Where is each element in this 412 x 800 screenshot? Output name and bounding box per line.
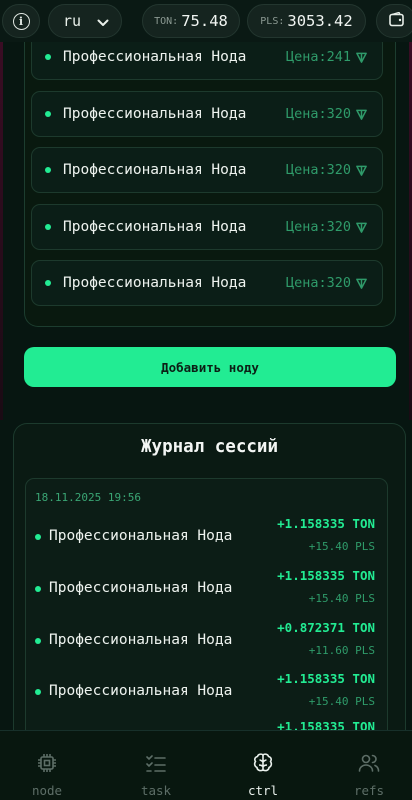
session-entry: Профессиональная Нода +1.158335 TON +15.… [35, 516, 377, 558]
ton-icon [355, 108, 368, 121]
chevron-down-icon [97, 12, 109, 31]
ton-icon [355, 277, 368, 290]
entry-name: Профессиональная Нода [49, 632, 233, 648]
node-price: Цена:320 [285, 275, 351, 291]
node-row[interactable]: Профессиональная Нода Цена:320 [31, 260, 383, 306]
left-edge-accent [0, 40, 3, 420]
language-select[interactable]: ru [48, 4, 122, 38]
users-icon [357, 751, 381, 779]
pls-balance: PLS: 3053.42 [247, 4, 366, 38]
nav-task[interactable]: task [126, 751, 186, 798]
nav-label: node [31, 783, 63, 798]
node-name: Профессиональная Нода [63, 106, 247, 122]
node-name: Профессиональная Нода [63, 162, 247, 178]
node-price: Цена:320 [285, 219, 351, 235]
bottom-nav: node task ctrl refs [0, 730, 412, 800]
brain-icon [251, 751, 275, 779]
nav-ctrl[interactable]: ctrl [233, 751, 293, 798]
nav-label: ctrl [247, 783, 279, 798]
status-dot [45, 167, 51, 173]
status-dot [35, 689, 41, 695]
entry-pls-reward: +11.60 PLS [308, 644, 375, 657]
top-bar: i ru TON: 75.48 PLS: 3053.42 [0, 0, 412, 42]
entry-name: Профессиональная Нода [49, 580, 233, 596]
node-price: Цена:241 [285, 49, 351, 65]
status-dot [35, 534, 41, 540]
entry-ton-reward: +1.158335 TON [277, 671, 375, 686]
entry-pls-reward: +15.40 PLS [308, 592, 375, 605]
journal-title: Журнал сессий [141, 437, 278, 457]
entry-pls-reward: +15.40 PLS [308, 695, 375, 708]
ton-value: 75.48 [181, 12, 228, 30]
entry-name: Профессиональная Нода [49, 528, 233, 544]
nav-label: task [140, 783, 172, 798]
entry-pls-reward: +15.40 PLS [308, 540, 375, 553]
status-dot [45, 224, 51, 230]
chip-icon [35, 751, 59, 779]
status-dot [35, 586, 41, 592]
node-name: Профессиональная Нода [63, 49, 247, 65]
node-row[interactable]: Профессиональная Нода Цена:320 [31, 91, 383, 137]
nav-node[interactable]: node [17, 751, 77, 798]
node-name: Профессиональная Нода [63, 219, 247, 235]
pls-value: 3053.42 [287, 12, 353, 30]
entry-ton-reward: +1.158335 TON [277, 568, 375, 583]
session-entry: Профессиональная Нода +1.158335 TON +15.… [35, 568, 377, 610]
node-row[interactable]: Профессиональная Нода Цена:320 [31, 147, 383, 193]
info-icon: i [12, 12, 30, 30]
entry-name: Профессиональная Нода [49, 683, 233, 699]
status-dot [45, 54, 51, 60]
ton-label: TON: [154, 15, 179, 27]
info-button[interactable]: i [2, 4, 40, 38]
wallet-icon [389, 11, 405, 31]
entry-ton-reward: +1.158335 TON [277, 516, 375, 531]
ton-icon [355, 221, 368, 234]
checklist-icon [144, 751, 168, 779]
ton-icon [355, 164, 368, 177]
node-row[interactable]: Профессиональная Нода Цена:320 [31, 204, 383, 250]
nav-label: refs [353, 783, 385, 798]
entry-ton-reward: +0.872371 TON [277, 620, 375, 635]
language-value: ru [63, 12, 82, 30]
pls-label: PLS: [260, 15, 285, 27]
nav-refs[interactable]: refs [339, 751, 399, 798]
node-price: Цена:320 [285, 162, 351, 178]
ton-icon [355, 51, 368, 64]
status-dot [45, 280, 51, 286]
status-dot [45, 111, 51, 117]
status-dot [35, 638, 41, 644]
wallet-button[interactable] [376, 4, 412, 38]
node-name: Профессиональная Нода [63, 275, 247, 291]
add-node-button[interactable]: Добавить ноду [24, 347, 396, 387]
node-price: Цена:320 [285, 106, 351, 122]
session-date: 18.11.2025 19:56 [35, 491, 141, 504]
session-entry: Профессиональная Нода +1.158335 TON +15.… [35, 671, 377, 713]
session-entry: Профессиональная Нода +0.872371 TON +11.… [35, 620, 377, 662]
ton-balance: TON: 75.48 [142, 4, 240, 38]
